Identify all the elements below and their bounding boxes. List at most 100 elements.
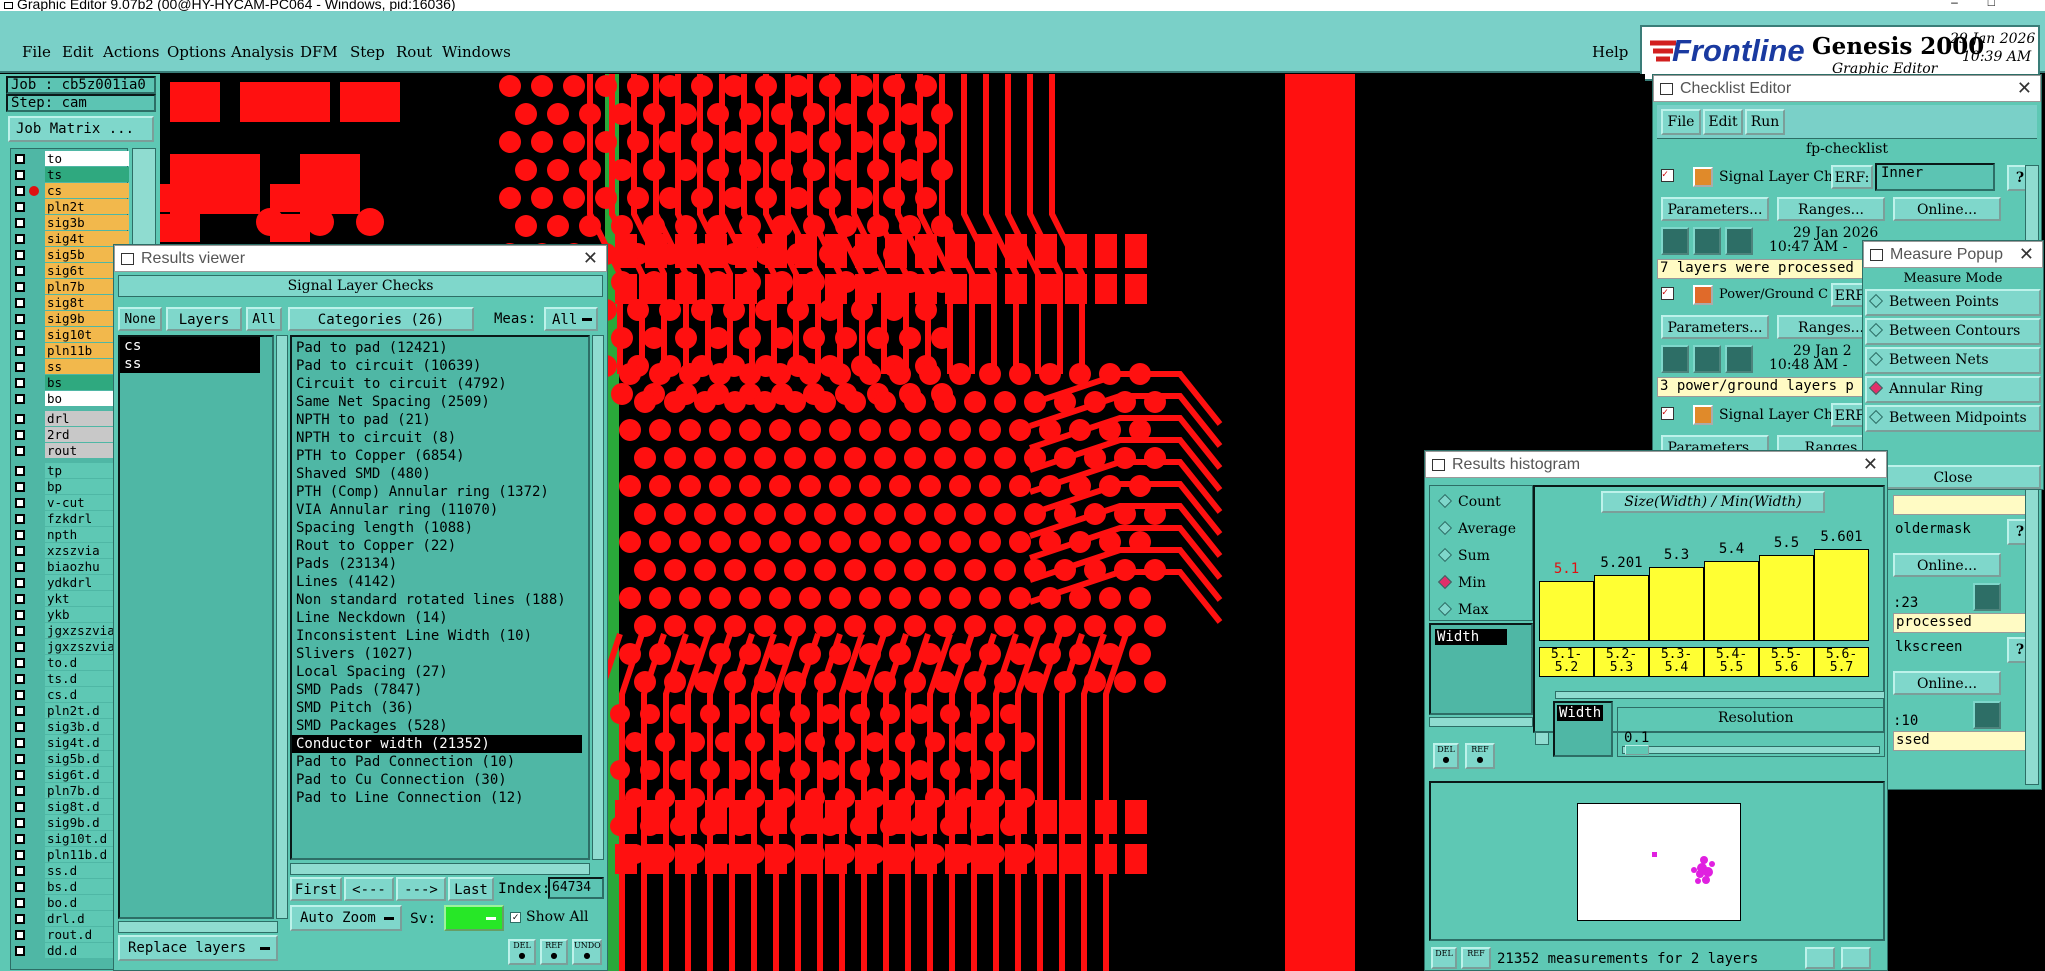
category-item[interactable]: Pads (23134) — [292, 555, 582, 573]
layer-row-sig6t[interactable]: sig6t — [11, 263, 129, 279]
layer-checkbox[interactable] — [15, 722, 25, 732]
category-item[interactable]: Slivers (1027) — [292, 645, 582, 663]
layer-row-sig8t[interactable]: sig8t — [11, 295, 129, 311]
menu-help[interactable]: Help — [1592, 43, 1628, 61]
resolution-slider[interactable] — [1622, 745, 1880, 755]
category-item[interactable]: Spacing length (1088) — [292, 519, 582, 537]
online-button[interactable]: Online... — [1893, 671, 2001, 695]
layer-checkbox[interactable] — [15, 530, 25, 540]
measure-mode-between-points[interactable]: Between Points — [1865, 289, 2041, 316]
layer-checkbox[interactable] — [15, 186, 25, 196]
online-button[interactable]: Online... — [1893, 197, 2001, 221]
layer-checkbox[interactable] — [15, 282, 25, 292]
none-button[interactable]: None — [118, 307, 162, 331]
layer-row-cs.d[interactable]: cs.d — [11, 687, 129, 703]
layer-checkbox[interactable] — [15, 482, 25, 492]
layer-checkbox[interactable] — [15, 594, 25, 604]
layer-row-drl[interactable]: drl — [11, 411, 129, 427]
histogram-bar[interactable] — [1759, 555, 1814, 641]
layer-checkbox[interactable] — [15, 642, 25, 652]
zoom-icon[interactable] — [1805, 947, 1835, 969]
layer-row-bp[interactable]: bp — [11, 479, 129, 495]
layer-checkbox[interactable] — [15, 266, 25, 276]
all-button[interactable]: All — [246, 307, 282, 331]
checklist-menu-file[interactable]: File — [1661, 109, 1701, 135]
layer-row-ykb[interactable]: ykb — [11, 607, 129, 623]
category-item[interactable]: NPTH to circuit (8) — [292, 429, 582, 447]
layer-row-to.d[interactable]: to.d — [11, 655, 129, 671]
window-controls[interactable]: –□ — [1951, 0, 2025, 8]
overview-map[interactable] — [1429, 781, 1885, 941]
layer-row-pln7b.d[interactable]: pln7b.d — [11, 783, 129, 799]
layer-checkbox[interactable] — [15, 362, 25, 372]
layer-checkbox[interactable] — [15, 850, 25, 860]
stat-radio-sum[interactable]: Sum — [1437, 547, 1490, 564]
layer-checkbox[interactable] — [15, 930, 25, 940]
layer-checkbox[interactable] — [15, 394, 25, 404]
layer-row-sig5b[interactable]: sig5b — [11, 247, 129, 263]
delete-icon[interactable]: DEL ● — [1433, 743, 1459, 769]
category-item[interactable]: PTH (Comp) Annular ring (1372) — [292, 483, 582, 501]
results-viewer-titlebar[interactable]: Results viewer ✕ — [114, 245, 607, 272]
category-item[interactable]: SMD Packages (528) — [292, 717, 582, 735]
job-matrix-button[interactable]: Job Matrix ... — [8, 116, 154, 142]
layer-checkbox[interactable] — [15, 674, 25, 684]
category-item[interactable]: Pad to Line Connection (12) — [292, 789, 582, 807]
resolution-slider-handle[interactable] — [1625, 745, 1649, 755]
check-enable-checkbox[interactable]: ✓ — [1661, 169, 1674, 182]
layer-row-ss.d[interactable]: ss.d — [11, 863, 129, 879]
field-listbox[interactable]: Width — [1429, 623, 1533, 715]
checklist-menu-edit[interactable]: Edit — [1703, 109, 1743, 135]
delete-icon[interactable]: DEL — [1431, 947, 1457, 969]
prev-button[interactable]: <--- — [344, 877, 394, 901]
stat-radio-average[interactable]: Average — [1437, 520, 1516, 537]
layer-checkbox[interactable] — [15, 818, 25, 828]
parameters-button[interactable]: Parameters... — [1661, 315, 1769, 339]
category-item[interactable]: NPTH to pad (21) — [292, 411, 582, 429]
layer-checkbox[interactable] — [15, 802, 25, 812]
ref-icon[interactable]: REF ● — [1465, 743, 1495, 769]
layer-row-drl.d[interactable]: drl.d — [11, 911, 129, 927]
layer-row-sig9b.d[interactable]: sig9b.d — [11, 815, 129, 831]
layer-row-sig3b[interactable]: sig3b — [11, 215, 129, 231]
layer-checkbox[interactable] — [15, 330, 25, 340]
index-input[interactable]: 64734 — [548, 877, 604, 899]
check-enable-checkbox[interactable]: ✓ — [1661, 407, 1674, 420]
run-icons[interactable] — [1661, 227, 1753, 257]
category-item[interactable]: Local Spacing (27) — [292, 663, 582, 681]
menu-step[interactable]: Step — [350, 43, 385, 61]
category-item[interactable]: VIA Annular ring (11070) — [292, 501, 582, 519]
category-item[interactable]: PTH to Copper (6854) — [292, 447, 582, 465]
categories-scrollbar[interactable] — [592, 335, 604, 860]
layer-checkbox[interactable] — [15, 770, 25, 780]
category-item[interactable]: Pad to circuit (10639) — [292, 357, 582, 375]
layer-row-to[interactable]: to — [11, 151, 129, 167]
layer-checkbox[interactable] — [15, 346, 25, 356]
layer-row-pln2t[interactable]: pln2t — [11, 199, 129, 215]
layer-row-sig6t.d[interactable]: sig6t.d — [11, 767, 129, 783]
layer-row-ts[interactable]: ts — [11, 167, 129, 183]
first-button[interactable]: First — [290, 877, 342, 901]
check-enable-checkbox[interactable]: ✓ — [1661, 287, 1674, 300]
layer-row-sig4t.d[interactable]: sig4t.d — [11, 735, 129, 751]
layers-scrollbar[interactable] — [276, 335, 288, 919]
sv-color-dropdown[interactable] — [444, 905, 504, 931]
layer-row-xzszvia[interactable]: xzszvia — [11, 543, 129, 559]
zoom-icon[interactable] — [1973, 583, 2001, 611]
layers-button[interactable]: Layers — [166, 307, 242, 331]
category-item[interactable]: Pad to pad (12421) — [292, 339, 582, 357]
layer-checkbox[interactable] — [15, 834, 25, 844]
meas-dropdown[interactable]: All — [544, 307, 598, 331]
run-icons[interactable] — [1661, 345, 1753, 375]
layer-checkbox[interactable] — [15, 170, 25, 180]
layer-checkbox[interactable] — [15, 446, 25, 456]
layer-row-cs[interactable]: cs — [11, 183, 129, 199]
menu-windows[interactable]: Windows — [442, 43, 511, 61]
menu-analysis[interactable]: Analysis — [231, 43, 294, 61]
ref-icon[interactable]: REF — [1461, 947, 1491, 969]
category-item[interactable]: Rout to Copper (22) — [292, 537, 582, 555]
layer-checkbox[interactable] — [15, 298, 25, 308]
erf-value[interactable]: Inner — [1875, 163, 1995, 191]
layer-row-rout[interactable]: rout — [11, 443, 129, 459]
measure-mode-between-contours[interactable]: Between Contours — [1865, 318, 2041, 345]
